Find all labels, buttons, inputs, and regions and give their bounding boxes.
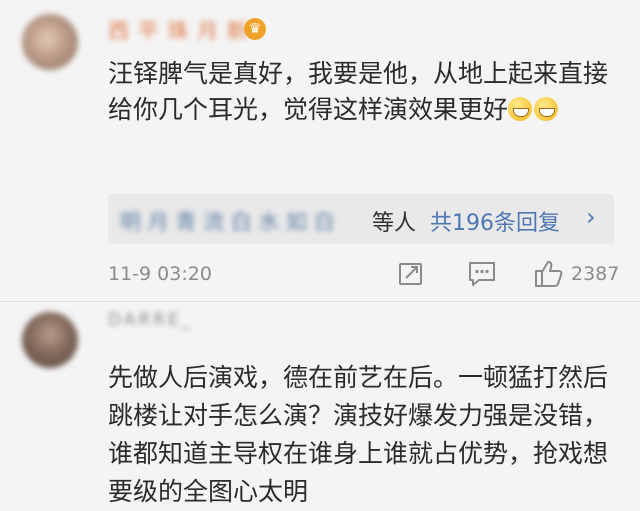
reply-count-link[interactable]: 共196条回复	[430, 205, 560, 237]
grin-emoji-icon	[508, 97, 533, 121]
comment-card: DARRE_ 先做人后演戏，德在前艺在后。一顿猛打然后跳楼让对手怎么演？演技好爆…	[0, 302, 640, 506]
avatar[interactable]	[22, 14, 78, 70]
comment-card: 西 平 珠 月 新 ♛ 汪铎脾气是真好，我要是他，从地上起来直接给你几个耳光，觉…	[0, 0, 640, 302]
chevron-right-icon[interactable]: ›	[586, 203, 596, 231]
thumbs-up-icon[interactable]	[533, 259, 565, 293]
comment-text: 汪铎脾气是真好，我要是他，从地上起来直接给你几个耳光，觉得这样演效果更好	[108, 56, 613, 128]
share-icon[interactable]	[397, 259, 425, 291]
like-count: 2387	[571, 263, 620, 285]
avatar[interactable]	[22, 312, 78, 368]
reply-usernames: 明 月 青 流 白 水 如 白	[120, 210, 335, 234]
comment-text-content: 汪铎脾气是真好，我要是他，从地上起来直接给你几个耳光，觉得这样演效果更好	[108, 59, 609, 124]
comment-icon[interactable]	[467, 259, 497, 291]
timestamp: 11-9 03:20	[108, 263, 212, 285]
crown-badge-icon: ♛	[244, 18, 266, 40]
username[interactable]: DARRE_	[108, 310, 193, 330]
grin-emoji-icon	[534, 97, 559, 121]
replies-preview[interactable]: 明 月 青 流 白 水 如 白 等人 共196条回复 ›	[108, 194, 614, 244]
username[interactable]: 西 平 珠 月 新	[108, 15, 249, 45]
comment-text: 先做人后演戏，德在前艺在后。一顿猛打然后跳楼让对手怎么演？演技好爆发力强是没错，…	[108, 363, 609, 506]
reply-etc-label: 等人	[372, 211, 417, 236]
